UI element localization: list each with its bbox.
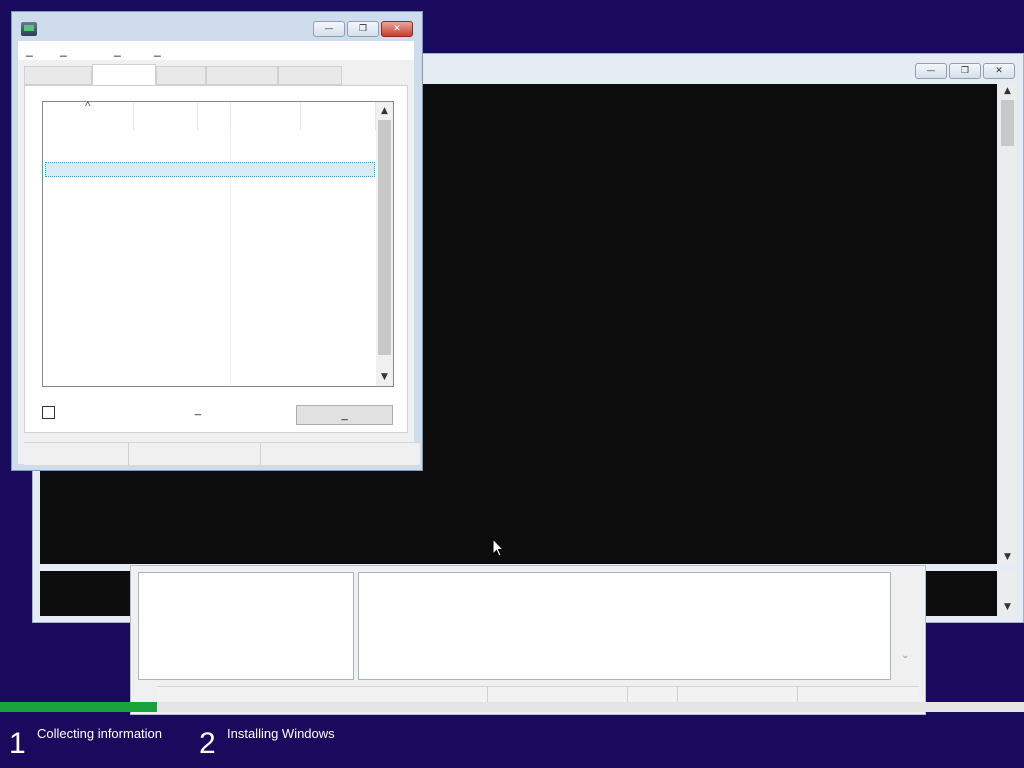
task-manager-status-bar: [24, 442, 420, 465]
setup-progress-fill: [0, 702, 157, 712]
console-minimize-button[interactable]: —: [915, 63, 947, 79]
column-header-description[interactable]: [301, 102, 376, 130]
scroll-thumb[interactable]: [1001, 100, 1014, 146]
scroll-down-arrow-icon[interactable]: ▼: [999, 600, 1016, 614]
column-header-memory[interactable]: [231, 102, 301, 130]
tm-minimize-button[interactable]: —: [313, 21, 345, 37]
step-2-number: 2: [199, 727, 216, 760]
step-2-label: Installing Windows: [227, 726, 335, 741]
scroll-up-arrow-icon[interactable]: ▲: [376, 104, 393, 118]
menu-bar: _ _ _ _: [18, 41, 414, 60]
task-manager-body: ^ ▲ ▼ _ _: [18, 60, 420, 465]
processes-panel: ^ ▲ ▼ _ _: [24, 85, 408, 433]
menu-item-help[interactable]: _: [154, 41, 161, 60]
app-monitor-icon: [21, 22, 37, 36]
menu-item-file[interactable]: _: [26, 41, 33, 60]
scroll-up-arrow-icon[interactable]: ▲: [999, 84, 1016, 98]
status-segment-cpu: [128, 443, 261, 465]
mouse-pointer-icon: [492, 538, 504, 557]
column-header-cpu[interactable]: [198, 102, 231, 130]
tab-applications[interactable]: [24, 66, 92, 85]
tab-processes[interactable]: [92, 64, 156, 86]
console-restore-button[interactable]: ❐: [949, 63, 981, 79]
task-manager-window: — ❐ ✕ _ _ _ _ ^ ▲ ▼ _ _: [11, 11, 423, 471]
process-list[interactable]: ^ ▲ ▼: [42, 99, 394, 387]
secondary-window: ⌄: [130, 565, 926, 715]
tm-close-button[interactable]: ✕: [381, 21, 413, 37]
show-all-processes-checkbox[interactable]: [42, 406, 55, 419]
chevron-down-icon[interactable]: ⌄: [901, 650, 909, 661]
step-1-label: Collecting information: [37, 726, 163, 741]
column-header-user[interactable]: [134, 102, 198, 130]
setup-progress-bar: [0, 702, 1024, 712]
right-pane[interactable]: [358, 572, 891, 680]
column-header-image-name[interactable]: ^: [43, 99, 134, 130]
tm-restore-button[interactable]: ❐: [347, 21, 379, 37]
step-1-number: 1: [9, 727, 26, 760]
placeholder-text: _: [195, 404, 202, 416]
status-segment-memory: [260, 443, 420, 465]
tab-services[interactable]: [156, 66, 206, 85]
sort-ascending-icon: ^: [85, 99, 91, 113]
console-lower-scrollbar[interactable]: ▼: [999, 571, 1016, 616]
status-segment-processes: [24, 443, 129, 465]
console-close-button[interactable]: ✕: [983, 63, 1015, 79]
list-vertical-scrollbar[interactable]: ▲ ▼: [376, 102, 393, 386]
left-pane[interactable]: [138, 572, 354, 680]
tab-networking[interactable]: [278, 66, 342, 85]
scroll-thumb[interactable]: [378, 120, 391, 355]
scroll-down-arrow-icon[interactable]: ▼: [376, 370, 393, 384]
menu-item-view[interactable]: _: [114, 41, 121, 60]
tab-performance[interactable]: [206, 66, 278, 85]
end-process-button[interactable]: _: [296, 405, 393, 425]
menu-item-options[interactable]: _: [60, 41, 67, 60]
scroll-down-arrow-icon[interactable]: ▼: [999, 550, 1016, 564]
list-row-selected[interactable]: [45, 162, 375, 177]
console-vertical-scrollbar[interactable]: ▲ ▼: [999, 84, 1016, 564]
